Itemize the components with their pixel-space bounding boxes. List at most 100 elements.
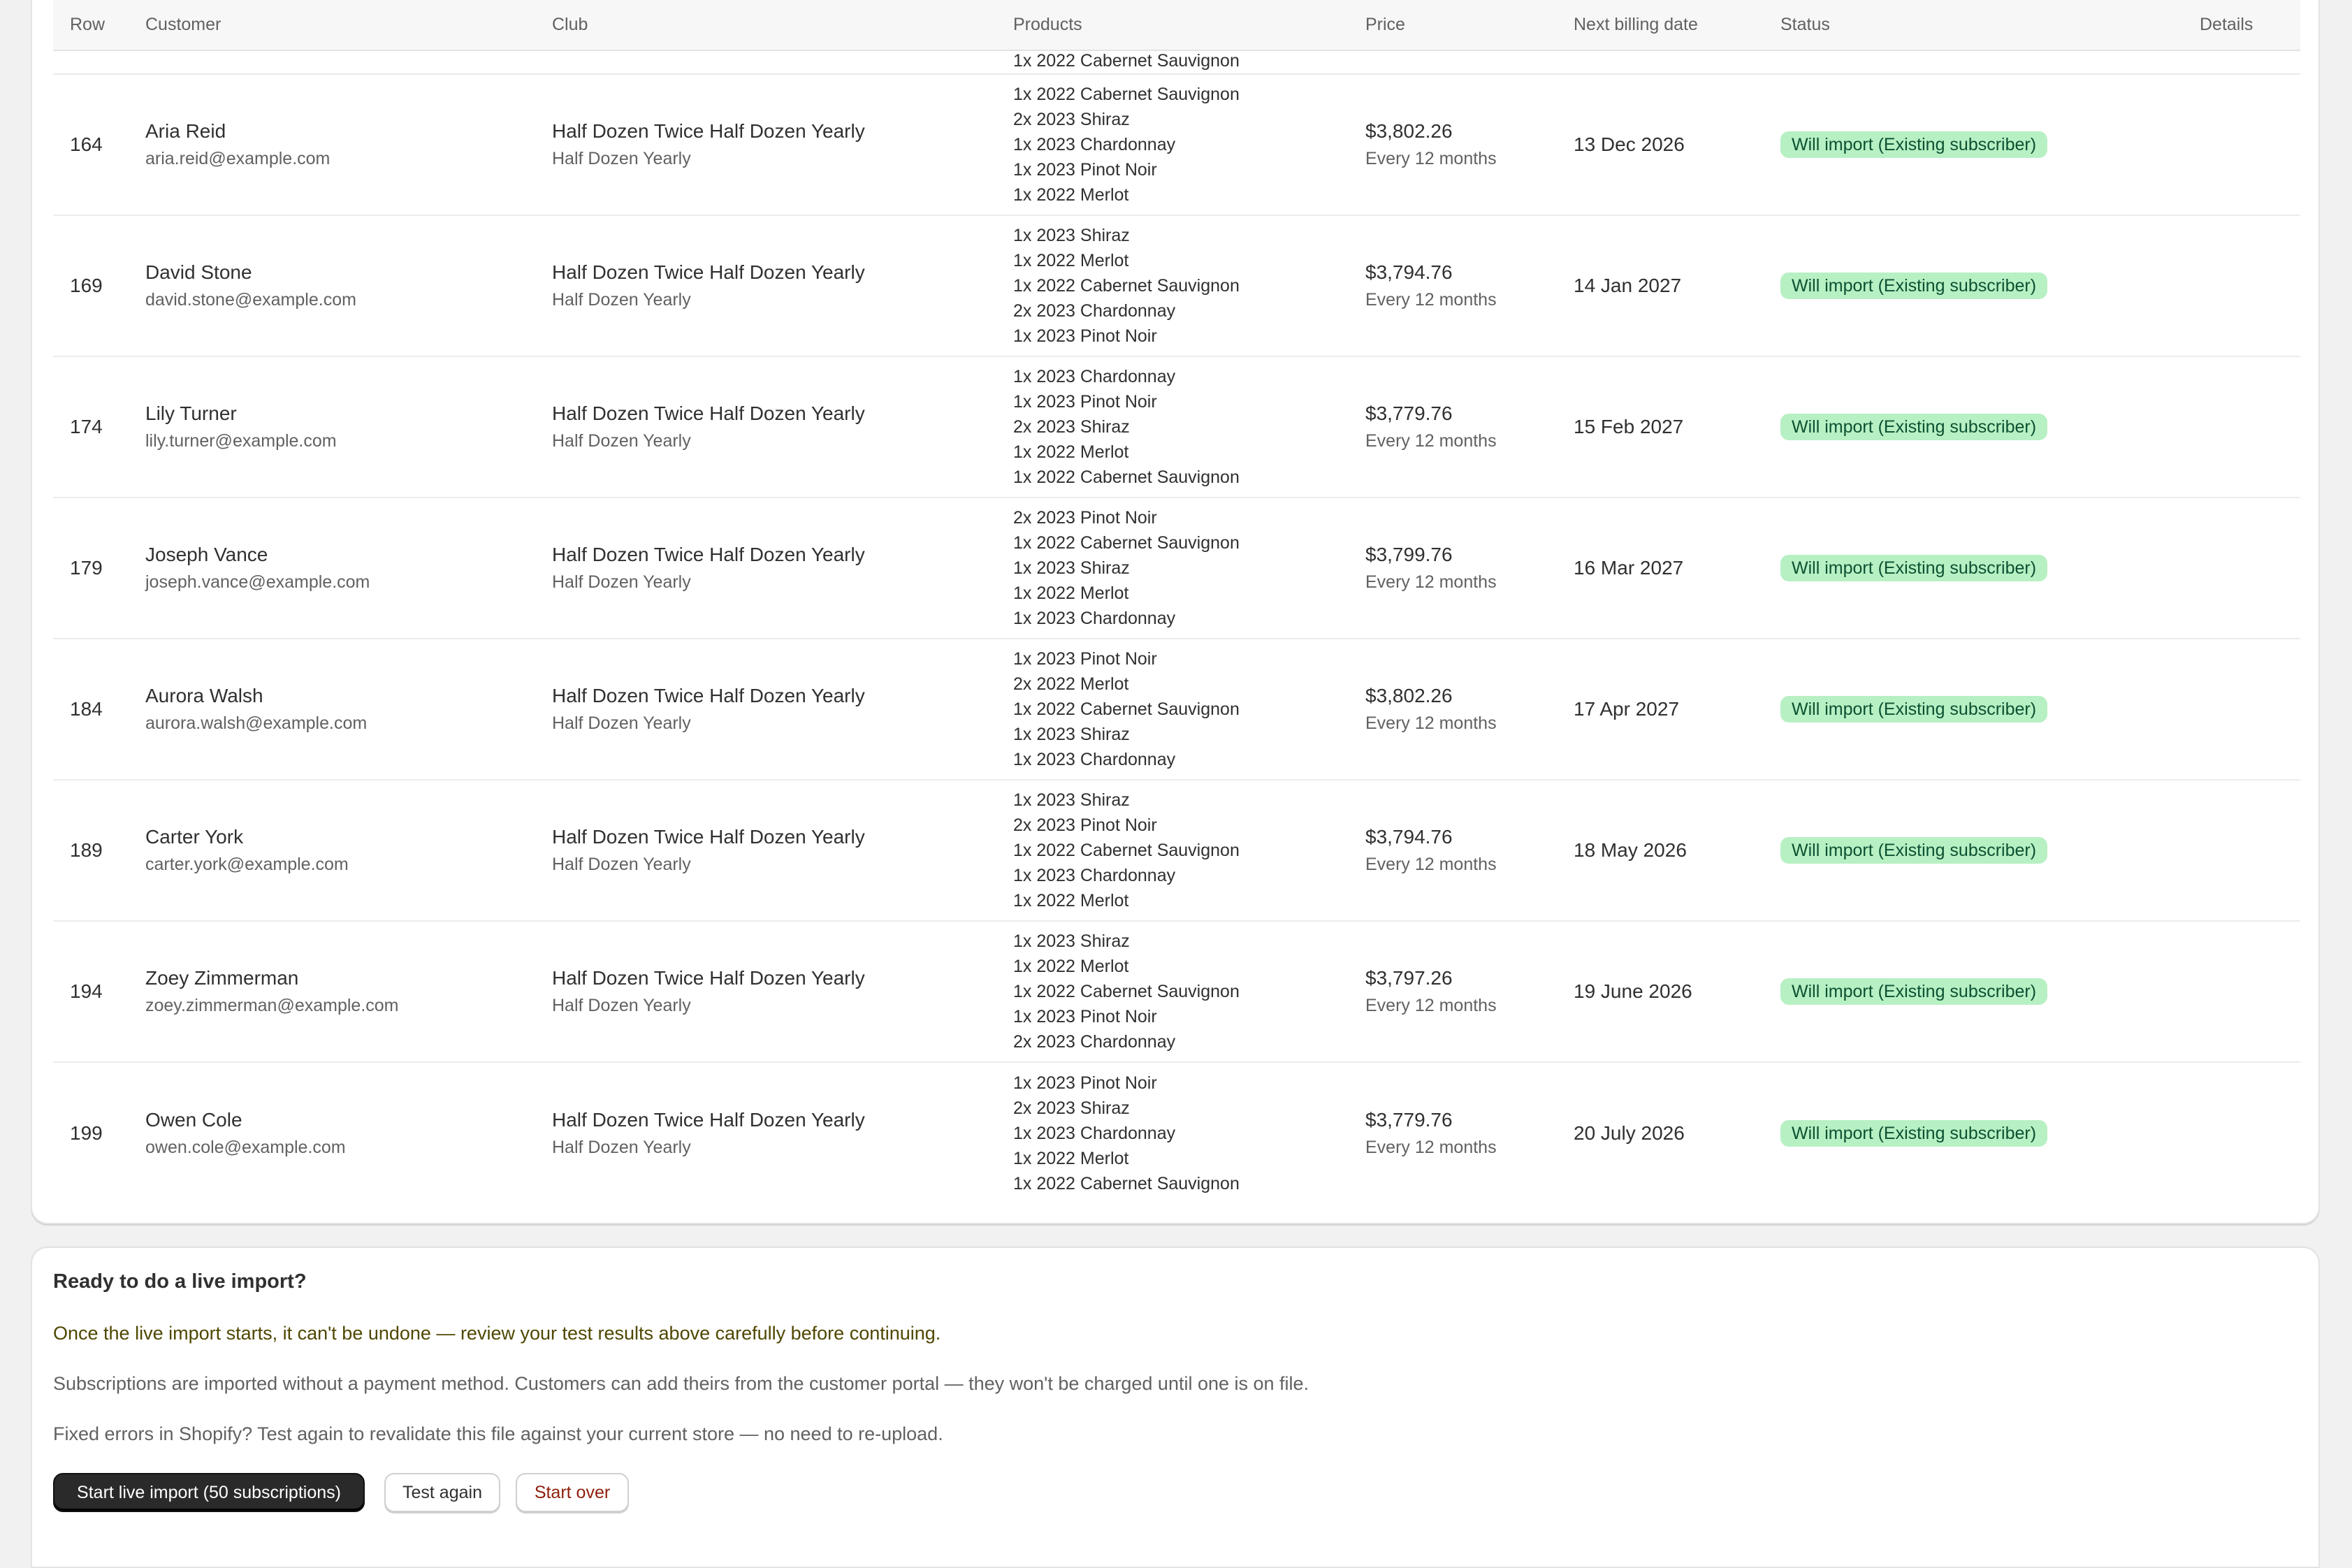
price-amount: $3,779.76 [1365, 1108, 1453, 1131]
details-cell [2183, 1062, 2300, 1203]
details-cell [2183, 498, 2300, 639]
row-number: 164 [53, 74, 129, 216]
customer-cell: Owen Cole owen.cole@example.com [129, 1062, 535, 1203]
product-line: 1x 2023 Shiraz [1013, 790, 1130, 810]
subscriptions-table-card: Row Customer Club Products Price Next billing… [31, 0, 2320, 1224]
customer-name: Aurora Walsh [145, 685, 263, 706]
test-again-button[interactable]: Test again [384, 1473, 500, 1512]
column-header-club: Club [535, 0, 996, 51]
product-line: 1x 2022 Cabernet Sauvignon [1013, 85, 1240, 104]
row-number: 174 [53, 356, 129, 498]
customer-cell: David Stone david.stone@example.com [129, 215, 535, 357]
club-name: Half Dozen Twice Half Dozen Yearly [552, 967, 865, 989]
club-plan: Half Dozen Yearly [552, 996, 691, 1015]
customer-name: Joseph Vance [145, 544, 268, 565]
club-plan: Half Dozen Yearly [552, 713, 691, 733]
status-cell: Will import (Existing subscriber) [1764, 74, 2183, 216]
status-badge: Will import (Existing subscriber) [1780, 555, 2048, 581]
product-line: 1x 2022 Cabernet Sauvignon [1013, 467, 1240, 487]
column-header-details: Details [2183, 0, 2300, 51]
status-badge: Will import (Existing subscriber) [1780, 414, 2048, 440]
products-cell: 1x 2023 Shiraz 1x 2022 Merlot 1x 2022 Cabe… [996, 215, 1349, 357]
billing-interval: Every 12 months [1365, 431, 1497, 451]
product-line: 1x 2022 Merlot [1013, 185, 1129, 205]
details-cell [2183, 780, 2300, 922]
product-line: 1x 2022 Cabernet Sauvignon [1013, 533, 1240, 553]
payment-method-info: Subscriptions are imported without a pay… [53, 1373, 1309, 1394]
column-header-next-billing-date: Next billing date [1557, 0, 1764, 51]
table-row: 199 Owen Cole owen.cole@example.com Half Do… [53, 1062, 2300, 1203]
product-line: 1x 2023 Chardonnay [1013, 367, 1176, 386]
club-cell: Half Dozen Twice Half Dozen Yearly Half D… [535, 921, 996, 1063]
products-cell: 1x 2022 Cabernet Sauvignon 2x 2023 Shiraz… [996, 74, 1349, 216]
status-cell: Will import (Existing subscriber) [1764, 356, 2183, 498]
status-cell: Will import (Existing subscriber) [1764, 498, 2183, 639]
start-over-button[interactable]: Start over [516, 1473, 629, 1512]
price-cell: $3,797.26 Every 12 months [1349, 921, 1557, 1063]
product-line: 1x 2023 Pinot Noir [1013, 1073, 1157, 1093]
product-line: 1x 2022 Cabernet Sauvignon [1013, 699, 1240, 719]
product-line: 2x 2023 Chardonnay [1013, 301, 1176, 321]
product-line: 1x 2023 Pinot Noir [1013, 326, 1157, 346]
product-line: 1x 2022 Cabernet Sauvignon [1013, 841, 1240, 860]
product-line: 1x 2023 Pinot Noir [1013, 392, 1157, 412]
billing-interval: Every 12 months [1365, 713, 1497, 733]
product-line: 1x 2023 Pinot Noir [1013, 649, 1157, 669]
table-row: 194 Zoey Zimmerman zoey.zimmerman@example.… [53, 921, 2300, 1063]
product-line: 1x 2023 Chardonnay [1013, 750, 1176, 769]
product-line: 2x 2022 Merlot [1013, 674, 1129, 694]
club-cell: Half Dozen Twice Half Dozen Yearly Half D… [535, 215, 996, 357]
row-number: 169 [53, 215, 129, 357]
next-billing-date: 16 Mar 2027 [1557, 498, 1764, 639]
column-header-row: Row [53, 0, 129, 51]
billing-interval: Every 12 months [1365, 290, 1497, 310]
product-line: 2x 2023 Shiraz [1013, 110, 1130, 129]
product-line: 1x 2022 Merlot [1013, 251, 1129, 270]
club-name: Half Dozen Twice Half Dozen Yearly [552, 826, 865, 848]
next-billing-date: 17 Apr 2027 [1557, 639, 1764, 781]
next-billing-date: 14 Jan 2027 [1557, 215, 1764, 357]
product-line: 1x 2023 Pinot Noir [1013, 160, 1157, 180]
product-line: 1x 2023 Pinot Noir [1013, 1007, 1157, 1026]
customer-cell: Carter York carter.york@example.com [129, 780, 535, 922]
table-row: 164 Aria Reid aria.reid@example.com Half Do… [53, 74, 2300, 216]
product-line: 2x 2023 Shiraz [1013, 1098, 1130, 1118]
club-name: Half Dozen Twice Half Dozen Yearly [552, 1108, 865, 1131]
customer-name: Zoey Zimmerman [145, 967, 299, 989]
price-cell: $3,779.76 Every 12 months [1349, 1062, 1557, 1203]
status-cell: Will import (Existing subscriber) [1764, 921, 2183, 1063]
club-cell: Half Dozen Twice Half Dozen Yearly Half D… [535, 780, 996, 922]
column-header-price: Price [1349, 0, 1557, 51]
club-plan: Half Dozen Yearly [552, 431, 691, 451]
status-badge: Will import (Existing subscriber) [1780, 696, 2048, 723]
product-line: 1x 2022 Merlot [1013, 957, 1129, 976]
price-amount: $3,794.76 [1365, 261, 1453, 283]
status-badge: Will import (Existing subscriber) [1780, 131, 2048, 158]
price-cell: $3,779.76 Every 12 months [1349, 356, 1557, 498]
status-cell: Will import (Existing subscriber) [1764, 639, 2183, 781]
next-billing-date: 13 Dec 2026 [1557, 74, 1764, 216]
details-cell [2183, 215, 2300, 357]
product-line: 1x 2022 Merlot [1013, 442, 1129, 462]
product-line: 1x 2023 Chardonnay [1013, 609, 1176, 628]
club-name: Half Dozen Twice Half Dozen Yearly [552, 261, 865, 283]
product-line: 1x 2023 Shiraz [1013, 725, 1130, 744]
customer-name: Aria Reid [145, 120, 226, 142]
price-amount: $3,797.26 [1365, 967, 1453, 989]
start-live-import-button[interactable]: Start live import (50 subscriptions) [53, 1473, 365, 1512]
product-line: 1x 2022 Merlot [1013, 583, 1129, 603]
club-name: Half Dozen Twice Half Dozen Yearly [552, 544, 865, 565]
products-cell: 1x 2023 Shiraz 2x 2023 Pinot Noir 1x 2022 … [996, 780, 1349, 922]
product-line: 1x 2023 Shiraz [1013, 931, 1130, 951]
table-row: 169 David Stone david.stone@example.com Hal… [53, 215, 2300, 357]
status-cell: Will import (Existing subscriber) [1764, 1062, 2183, 1203]
price-amount: $3,779.76 [1365, 402, 1453, 424]
product-line: 2x 2023 Shiraz [1013, 417, 1130, 437]
customer-email: aurora.walsh@example.com [145, 713, 368, 733]
customer-cell: Joseph Vance joseph.vance@example.com [129, 498, 535, 639]
price-cell: $3,802.26 Every 12 months [1349, 639, 1557, 781]
club-plan: Half Dozen Yearly [552, 855, 691, 874]
price-amount: $3,802.26 [1365, 120, 1453, 142]
row-number: 184 [53, 639, 129, 781]
column-header-status: Status [1764, 0, 2183, 51]
